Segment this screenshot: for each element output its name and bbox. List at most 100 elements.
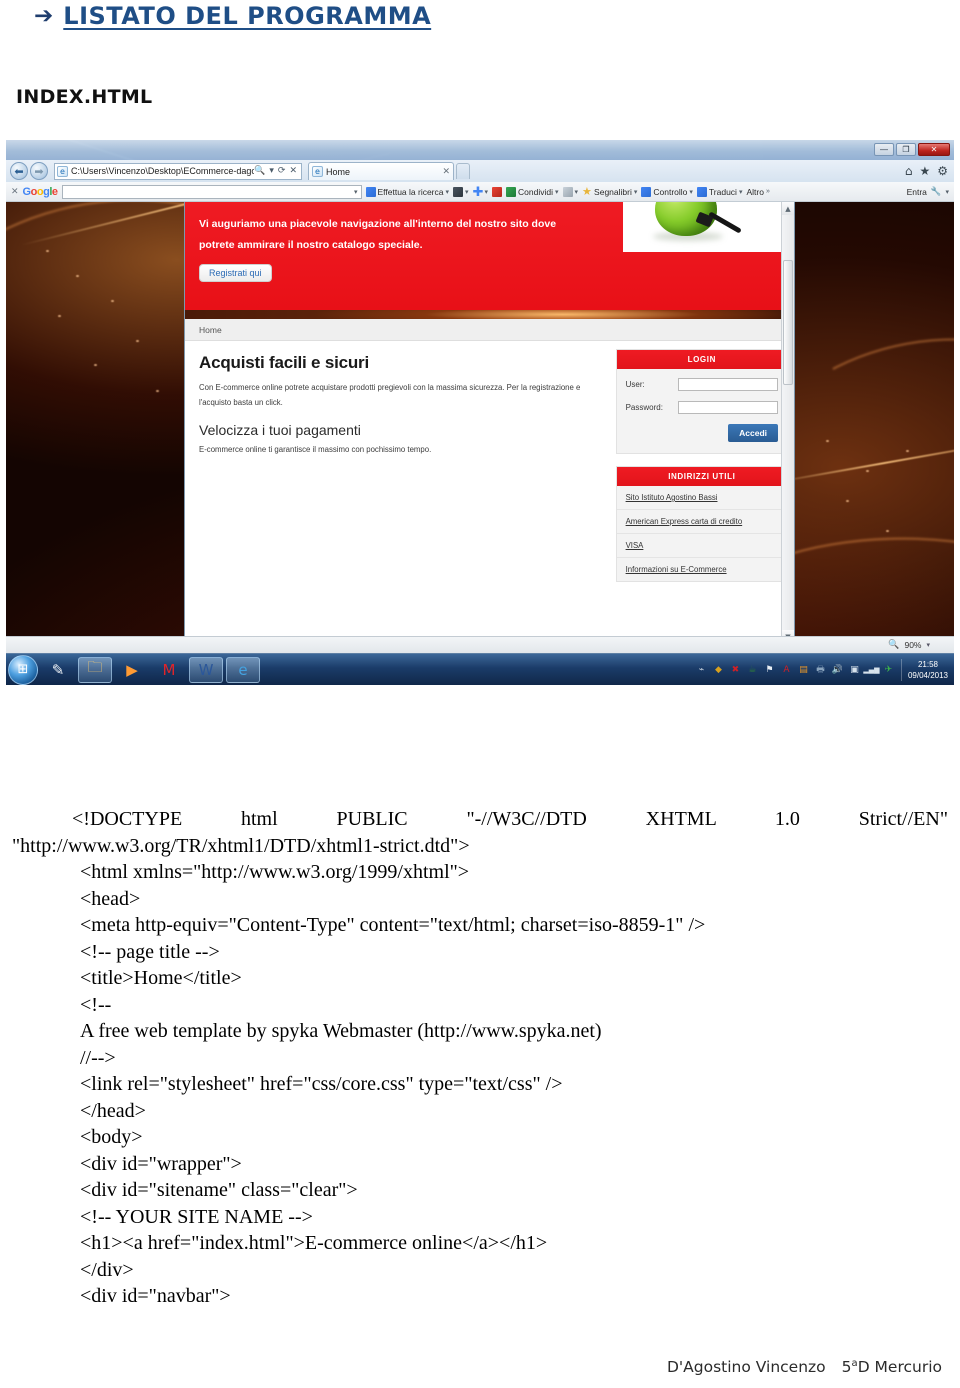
taskbar-word-icon[interactable]: W: [189, 656, 223, 683]
java-icon[interactable]: ☕: [746, 663, 759, 676]
code-line: </div>: [80, 1258, 134, 1281]
taskbar-internet-explorer-icon[interactable]: e: [226, 656, 260, 683]
embedded-screenshot: — ❐ ✕ ⬅ ➡ e C:\Users\Vincenzo\Desktop\EC…: [6, 140, 954, 685]
messenger-icon[interactable]: ✈: [882, 663, 895, 676]
password-input[interactable]: [677, 401, 778, 414]
toolbar-item-popup-blocker[interactable]: ▾: [562, 186, 579, 197]
hero-line-1: Vi auguriamo una piacevole navigazione a…: [199, 218, 557, 230]
taskbar-clock[interactable]: 21:58 09/04/2013: [900, 658, 948, 681]
browser-tab-home[interactable]: e Home ✕: [308, 162, 454, 180]
signin-label[interactable]: Entra: [907, 187, 927, 197]
forward-button-icon[interactable]: ➡: [30, 162, 48, 180]
chevron-down-icon[interactable]: ▾: [945, 188, 949, 196]
chevron-down-icon[interactable]: ▾: [465, 188, 469, 196]
adobe-reader-icon[interactable]: A: [780, 663, 793, 676]
chevron-down-icon[interactable]: ▾: [634, 188, 638, 196]
code-line: <!DOCTYPE html PUBLIC "-//W3C//DTD XHTML…: [72, 808, 948, 830]
printer-icon[interactable]: 🖶: [814, 663, 827, 676]
list-item[interactable]: American Express carta di credito: [616, 510, 787, 534]
zoom-icon[interactable]: 🔍: [888, 640, 899, 650]
toolbar-item-label: Segnalibri: [594, 186, 632, 197]
section-subtitle: INDEX.HTML: [16, 86, 153, 108]
toolbar-item-add[interactable]: ✚ ▾: [473, 185, 489, 198]
chevron-down-icon[interactable]: ▾: [485, 188, 489, 196]
tab-close-icon[interactable]: ✕: [442, 166, 450, 177]
toolbar-item-condividi[interactable]: Condividi ▾: [506, 186, 559, 197]
network-signal-icon[interactable]: ▂▄▆: [863, 663, 879, 676]
register-button[interactable]: Registrati qui: [199, 264, 272, 282]
code-line: <div id="sitename" class="clear">: [80, 1179, 358, 1201]
toolbar-item-segnalibri[interactable]: ★ Segnalibri ▾: [582, 186, 638, 197]
breadcrumb-item-home[interactable]: Home: [199, 325, 222, 335]
browser-tool-icons: ⌂ ★ ⚙: [905, 164, 954, 178]
minimize-button[interactable]: —: [874, 143, 894, 156]
breadcrumb: Home: [185, 319, 794, 341]
toolbar-item-effettua-la-ricerca[interactable]: Effettua la ricerca ▾: [365, 186, 450, 197]
popup-blocker-icon: [562, 186, 573, 197]
document-footer: D'Agostino Vincenzo 5aD Mercurio: [0, 1358, 942, 1376]
scrollbar-thumb[interactable]: [783, 260, 793, 385]
chevron-down-icon[interactable]: ▾: [926, 641, 930, 649]
scroll-up-icon[interactable]: ▲: [782, 202, 794, 215]
code-line: <title>Home</title>: [80, 967, 242, 989]
toolbar-item-youtube[interactable]: [492, 186, 503, 197]
google-search-input[interactable]: ▾: [61, 184, 362, 199]
favorites-star-icon[interactable]: ★: [919, 164, 930, 178]
volume-icon[interactable]: 🔊: [831, 663, 844, 676]
chevron-down-icon[interactable]: ▾: [739, 188, 743, 196]
updater-icon[interactable]: ▤: [797, 663, 810, 676]
chevron-down-icon[interactable]: ▾: [575, 188, 579, 196]
toolbar-item-controllo[interactable]: Controllo ▾: [641, 186, 693, 197]
show-hidden-icon[interactable]: ⌁: [695, 663, 708, 676]
password-field-row: Password:: [626, 401, 778, 414]
list-item[interactable]: Sito Istituto Agostino Bassi: [616, 486, 787, 510]
home-icon[interactable]: ⌂: [905, 164, 913, 178]
antivirus-icon[interactable]: ✖: [729, 663, 742, 676]
gear-icon[interactable]: ⚙: [937, 164, 948, 178]
user-input[interactable]: [677, 378, 778, 391]
stop-icon[interactable]: ✕: [289, 166, 297, 176]
document-heading: ➔ LISTATO DEL PROGRAMMA: [34, 2, 431, 30]
taskbar-mcafee-icon[interactable]: M: [152, 657, 186, 683]
login-widget-body: User: Password: Accedi: [617, 369, 787, 453]
chevron-down-icon[interactable]: ▾: [354, 188, 358, 196]
refresh-icon[interactable]: ⟳: [278, 166, 286, 176]
taskbar-media-player-icon[interactable]: ▶: [115, 657, 149, 683]
code-line: <html xmlns="http://www.w3.org/1999/xhtm…: [80, 861, 470, 883]
page-scrollbar[interactable]: ▲ ▼: [781, 202, 794, 643]
useful-links-widget: INDIRIZZI UTILI Sito Istituto Agostino B…: [615, 466, 788, 582]
device-icon[interactable]: ▣: [848, 663, 861, 676]
new-tab-button[interactable]: [456, 163, 470, 179]
maximize-button[interactable]: ❐: [896, 143, 916, 156]
bookmark-box-icon: [453, 186, 464, 197]
toolbar-item-traduci[interactable]: Traduci ▾: [696, 186, 743, 197]
zoom-level-label[interactable]: 90%: [904, 640, 921, 650]
flag-action-center-icon[interactable]: ⚑: [763, 663, 776, 676]
window-titlebar[interactable]: — ❐ ✕: [6, 140, 954, 160]
toolbar-item-altro[interactable]: Altro »: [746, 187, 769, 197]
chevron-down-icon[interactable]: ▾: [446, 188, 450, 196]
start-button-icon[interactable]: ⊞: [8, 654, 38, 685]
main-heading-2: Velocizza i tuoi pagamenti: [199, 422, 361, 438]
chevron-down-icon[interactable]: ▾: [269, 166, 274, 176]
clock-time: 21:58: [917, 659, 938, 669]
taskbar-paint-icon[interactable]: ✎: [41, 657, 75, 683]
chevron-down-icon[interactable]: ▾: [689, 188, 693, 196]
search-icon[interactable]: 🔍: [254, 166, 265, 176]
accedi-button[interactable]: Accedi: [728, 424, 778, 442]
chevron-down-icon[interactable]: ▾: [555, 188, 559, 196]
code-line: <body>: [80, 1126, 143, 1148]
security-shield-icon[interactable]: ◆: [712, 663, 725, 676]
address-bar[interactable]: e C:\Users\Vincenzo\Desktop\ECommerce-da…: [54, 162, 302, 180]
close-button[interactable]: ✕: [918, 143, 950, 156]
footer-author: D'Agostino Vincenzo: [666, 1358, 826, 1376]
list-item[interactable]: VISA: [616, 534, 787, 558]
toolbar-item-bookmark-box[interactable]: ▾: [453, 186, 469, 197]
back-button-icon[interactable]: ⬅: [10, 162, 28, 180]
more-icon[interactable]: »: [766, 188, 770, 195]
wrench-icon[interactable]: 🔧: [931, 186, 942, 197]
taskbar-explorer-icon[interactable]: 🗀: [78, 656, 112, 683]
list-item[interactable]: Informazioni su E-Commerce: [617, 558, 787, 581]
toolbar-close-icon[interactable]: ✕: [11, 186, 19, 197]
hero-divider: [185, 310, 794, 319]
